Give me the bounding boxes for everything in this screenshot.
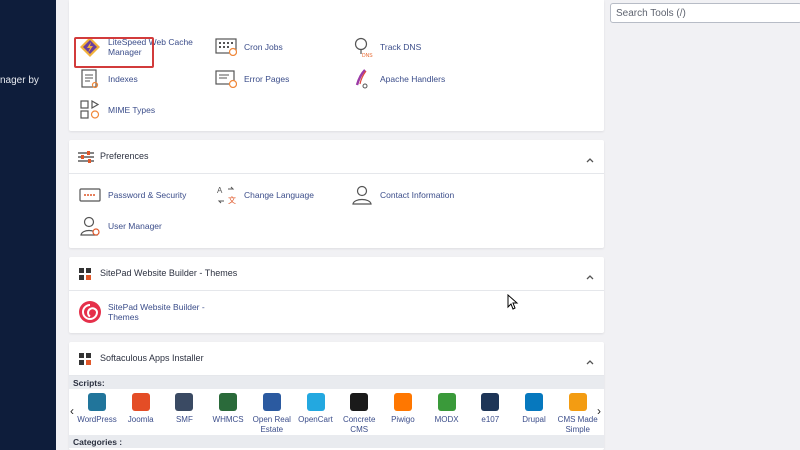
tool-contact-information[interactable]: Contact Information	[350, 183, 454, 207]
app-logo-icon	[350, 393, 369, 411]
tool-label: Error Pages	[244, 74, 290, 84]
sitepad-header[interactable]: SitePad Website Builder - Themes	[69, 257, 604, 291]
app-label: e107	[481, 415, 500, 424]
app-logo-icon	[481, 393, 500, 411]
app-label: Concrete CMS	[342, 415, 376, 434]
app-e107[interactable]: e107	[469, 393, 511, 425]
app-drupal[interactable]: Drupal	[513, 393, 555, 425]
svg-text:A: A	[217, 186, 223, 195]
softaculous-title: Softaculous Apps Installer	[100, 353, 204, 363]
tool-mime-types[interactable]: MIME Types	[78, 98, 155, 122]
tool-label: Contact Information	[380, 190, 455, 200]
app-label: Piwigo	[391, 415, 415, 424]
app-logo-icon	[437, 393, 456, 411]
preferences-title: Preferences	[100, 151, 149, 161]
tool-user-manager[interactable]: User Manager	[78, 214, 162, 238]
app-wordpress[interactable]: WordPress	[76, 393, 118, 425]
app-label: Joomla	[127, 415, 154, 424]
preferences-icon	[77, 149, 95, 165]
app-logo-icon	[131, 393, 150, 411]
softaculous-panel: Softaculous Apps Installer Scripts: ‹ › …	[69, 342, 604, 450]
app-logo-icon	[306, 393, 325, 411]
search-tools-input[interactable]	[610, 3, 800, 23]
app-smf[interactable]: SMF	[163, 393, 205, 425]
svg-text:文: 文	[228, 195, 236, 205]
tool-error-pages[interactable]: Error Pages	[214, 67, 289, 91]
indexes-highlight-box	[74, 37, 154, 68]
user-manager-icon	[78, 214, 102, 238]
apache-handlers-icon	[350, 67, 374, 91]
app-modx[interactable]: MODX	[426, 393, 468, 425]
preferences-panel: Preferences Password & Security A文 Chang…	[69, 140, 604, 248]
scroll-left-arrow[interactable]: ‹	[70, 404, 74, 418]
chevron-up-icon[interactable]	[585, 269, 595, 280]
calendar-icon	[214, 35, 238, 59]
sidebar-text: nager by	[0, 75, 39, 86]
tool-label: Password & Security	[108, 190, 187, 200]
app-logo-icon	[262, 393, 281, 411]
left-sidebar: nager by	[0, 0, 56, 450]
advanced-panel: LiteSpeed Web Cache Manager Cron Jobs DN…	[69, 0, 604, 131]
tool-indexes[interactable]: Indexes	[78, 67, 138, 91]
app-label: Drupal	[522, 415, 546, 424]
app-label: OpenCart	[298, 415, 333, 424]
tool-label: Track DNS	[380, 42, 422, 52]
app-opencart[interactable]: OpenCart	[295, 393, 337, 425]
tool-label: SitePad Website Builder - Themes	[108, 302, 205, 322]
app-logo-icon	[568, 393, 587, 411]
app-logo-icon	[175, 393, 194, 411]
tool-label: Change Language	[244, 190, 314, 200]
tool-change-language[interactable]: A文 Change Language	[214, 183, 314, 207]
tool-password-security[interactable]: Password & Security	[78, 183, 186, 207]
tool-label: Apache Handlers	[380, 74, 446, 84]
app-whmcs[interactable]: WHMCS	[207, 393, 249, 425]
app-label: CMS Made Simple	[557, 415, 598, 434]
tool-track-dns[interactable]: DNS Track DNS	[350, 35, 421, 59]
app-logo-icon	[88, 393, 106, 411]
contact-icon	[350, 183, 374, 207]
error-pages-icon	[214, 67, 238, 91]
app-label: Open Real Estate	[252, 415, 291, 434]
app-open-real-estate[interactable]: Open Real Estate	[251, 393, 293, 435]
tool-label: Cron Jobs	[244, 42, 283, 52]
indexes-icon	[78, 67, 102, 91]
softaculous-header[interactable]: Softaculous Apps Installer	[69, 342, 604, 376]
password-icon	[78, 183, 102, 207]
app-label: WordPress	[77, 415, 117, 424]
app-concrete-cms[interactable]: Concrete CMS	[338, 393, 380, 435]
app-joomla[interactable]: Joomla	[120, 393, 162, 425]
app-label: MODX	[434, 415, 459, 424]
grid-icon	[77, 266, 95, 282]
language-icon: A文	[214, 183, 238, 207]
tool-cron-jobs[interactable]: Cron Jobs	[214, 35, 283, 59]
grid-icon	[77, 351, 95, 367]
sitepad-icon	[78, 300, 102, 324]
tool-apache-handlers[interactable]: Apache Handlers	[350, 67, 445, 91]
tool-label: User Manager	[108, 221, 162, 231]
mime-types-icon	[78, 98, 102, 122]
sitepad-title: SitePad Website Builder - Themes	[100, 268, 238, 278]
app-logo-icon	[219, 393, 238, 411]
app-piwigo[interactable]: Piwigo	[382, 393, 424, 425]
app-cms-made-simple[interactable]: CMS Made Simple	[557, 393, 599, 435]
svg-text:DNS: DNS	[362, 53, 373, 58]
categories-label: Categories :	[69, 435, 604, 448]
track-dns-icon: DNS	[350, 35, 374, 59]
tool-sitepad-website-builder[interactable]: SitePad Website Builder - Themes	[78, 300, 206, 324]
preferences-header[interactable]: Preferences	[69, 140, 604, 174]
chevron-up-icon[interactable]	[585, 354, 595, 365]
app-logo-icon	[393, 393, 412, 411]
app-label: SMF	[175, 415, 193, 424]
tool-label: Indexes	[108, 74, 138, 84]
app-logo-icon	[525, 393, 543, 411]
scripts-label: Scripts:	[69, 376, 604, 389]
mouse-cursor-icon	[507, 294, 519, 310]
app-label: WHMCS	[212, 415, 244, 424]
sitepad-panel: SitePad Website Builder - Themes SitePad…	[69, 257, 604, 333]
chevron-up-icon[interactable]	[585, 152, 595, 163]
tool-label: MIME Types	[108, 105, 156, 115]
